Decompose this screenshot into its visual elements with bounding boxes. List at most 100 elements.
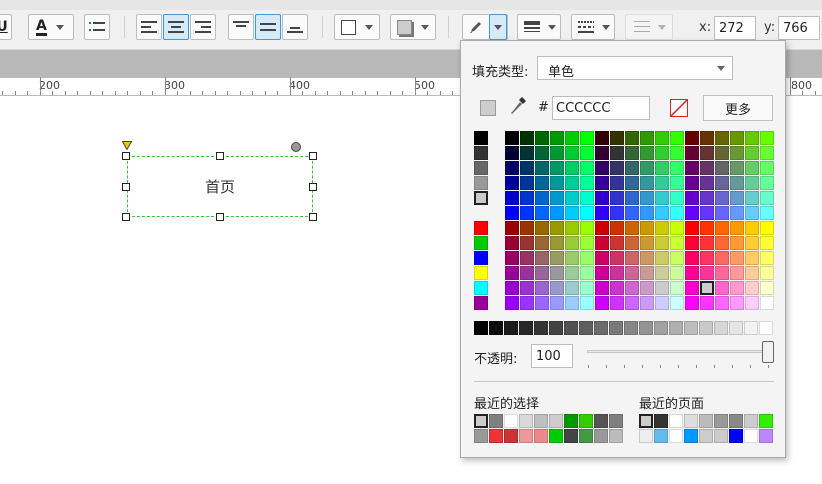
color-swatch[interactable] — [535, 206, 549, 220]
recent-color-swatch[interactable] — [519, 414, 533, 428]
recent-color-swatch[interactable] — [489, 414, 503, 428]
color-swatch[interactable] — [534, 321, 548, 335]
color-swatch[interactable] — [760, 146, 774, 160]
recent-color-swatch[interactable] — [699, 414, 713, 428]
color-swatch[interactable] — [520, 131, 534, 145]
color-swatch[interactable] — [565, 176, 579, 190]
color-swatch[interactable] — [685, 176, 699, 190]
color-swatch[interactable] — [580, 161, 594, 175]
resize-handle[interactable] — [309, 152, 317, 160]
color-swatch[interactable] — [505, 146, 519, 160]
underline-button[interactable]: U — [0, 14, 12, 40]
bullet-list-button[interactable] — [84, 14, 110, 40]
color-swatch[interactable] — [700, 191, 714, 205]
color-swatch[interactable] — [595, 206, 609, 220]
recent-color-swatch[interactable] — [684, 414, 698, 428]
color-swatch[interactable] — [505, 191, 519, 205]
color-swatch[interactable] — [670, 191, 684, 205]
color-swatch[interactable] — [640, 161, 654, 175]
color-swatch[interactable] — [760, 281, 774, 295]
color-swatch[interactable] — [610, 131, 624, 145]
color-swatch[interactable] — [610, 221, 624, 235]
color-swatch[interactable] — [520, 266, 534, 280]
hex-color-input[interactable] — [552, 96, 650, 120]
resize-handle[interactable] — [216, 213, 224, 221]
color-swatch[interactable] — [655, 266, 669, 280]
valign-bottom-button[interactable] — [282, 14, 308, 40]
font-color-button[interactable]: A — [28, 14, 74, 40]
color-swatch[interactable] — [685, 251, 699, 265]
recent-color-swatch[interactable] — [714, 429, 728, 443]
recent-color-swatch[interactable] — [474, 414, 488, 428]
color-swatch[interactable] — [580, 146, 594, 160]
color-swatch[interactable] — [504, 321, 518, 335]
color-swatch[interactable] — [610, 191, 624, 205]
color-swatch[interactable] — [715, 131, 729, 145]
color-swatch[interactable] — [700, 131, 714, 145]
color-swatch[interactable] — [610, 236, 624, 250]
color-swatch[interactable] — [610, 161, 624, 175]
color-swatch[interactable] — [745, 161, 759, 175]
color-swatch[interactable] — [474, 296, 488, 310]
recent-color-swatch[interactable] — [759, 414, 773, 428]
color-swatch[interactable] — [535, 146, 549, 160]
color-swatch[interactable] — [640, 206, 654, 220]
color-swatch[interactable] — [715, 281, 729, 295]
color-swatch[interactable] — [745, 131, 759, 145]
color-swatch[interactable] — [520, 206, 534, 220]
color-swatch[interactable] — [520, 251, 534, 265]
color-swatch[interactable] — [700, 206, 714, 220]
recent-color-swatch[interactable] — [534, 429, 548, 443]
selected-shape[interactable]: 首页 — [127, 156, 313, 217]
color-swatch[interactable] — [580, 266, 594, 280]
color-swatch[interactable] — [595, 191, 609, 205]
border-style-button[interactable] — [334, 14, 380, 40]
color-swatch[interactable] — [715, 176, 729, 190]
color-swatch[interactable] — [760, 221, 774, 235]
color-swatch[interactable] — [535, 251, 549, 265]
color-swatch[interactable] — [699, 321, 713, 335]
color-swatch[interactable] — [640, 146, 654, 160]
color-swatch[interactable] — [565, 236, 579, 250]
color-swatch[interactable] — [685, 221, 699, 235]
align-center-button[interactable] — [163, 14, 189, 40]
color-swatch[interactable] — [670, 146, 684, 160]
color-swatch[interactable] — [595, 266, 609, 280]
color-swatch[interactable] — [505, 221, 519, 235]
color-swatch[interactable] — [610, 296, 624, 310]
color-swatch[interactable] — [565, 221, 579, 235]
color-swatch[interactable] — [715, 146, 729, 160]
shadow-button[interactable] — [390, 14, 436, 40]
color-swatch[interactable] — [535, 296, 549, 310]
color-swatch[interactable] — [625, 281, 639, 295]
color-swatch[interactable] — [550, 176, 564, 190]
recent-color-swatch[interactable] — [594, 414, 608, 428]
recent-color-swatch[interactable] — [579, 429, 593, 443]
color-swatch[interactable] — [565, 251, 579, 265]
color-swatch[interactable] — [520, 191, 534, 205]
color-swatch[interactable] — [744, 321, 758, 335]
color-swatch[interactable] — [474, 321, 488, 335]
color-swatch[interactable] — [580, 281, 594, 295]
color-swatch[interactable] — [519, 321, 533, 335]
color-swatch[interactable] — [535, 221, 549, 235]
color-swatch[interactable] — [565, 266, 579, 280]
recent-color-swatch[interactable] — [534, 414, 548, 428]
resize-handle[interactable] — [309, 213, 317, 221]
color-swatch[interactable] — [715, 251, 729, 265]
color-swatch[interactable] — [655, 251, 669, 265]
recent-color-swatch[interactable] — [714, 414, 728, 428]
recent-color-swatch[interactable] — [594, 429, 608, 443]
color-swatch[interactable] — [715, 236, 729, 250]
valign-top-button[interactable] — [228, 14, 254, 40]
color-swatch[interactable] — [610, 146, 624, 160]
color-swatch[interactable] — [670, 221, 684, 235]
color-swatch[interactable] — [520, 221, 534, 235]
color-swatch[interactable] — [700, 176, 714, 190]
color-swatch[interactable] — [655, 296, 669, 310]
color-swatch[interactable] — [520, 296, 534, 310]
recent-color-swatch[interactable] — [474, 429, 488, 443]
color-swatch[interactable] — [625, 191, 639, 205]
recent-color-swatch[interactable] — [564, 429, 578, 443]
color-swatch[interactable] — [474, 236, 488, 250]
